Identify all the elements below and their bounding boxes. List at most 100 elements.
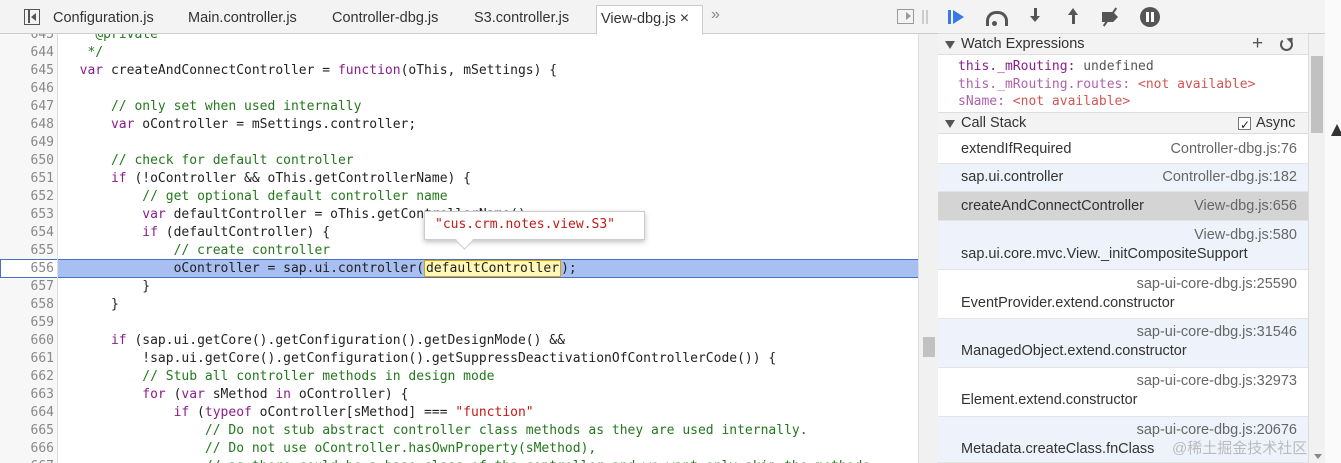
call-frame-location[interactable]: sap-ui-core-dbg.js:31546 — [1137, 324, 1297, 340]
call-frame-selected[interactable]: createAndConnectController View-dbg.js:6… — [938, 192, 1308, 221]
resume-icon[interactable] — [946, 7, 968, 27]
line-number[interactable]: 662 — [0, 368, 54, 386]
line-number[interactable]: 661 — [0, 350, 54, 368]
line-number[interactable]: 664 — [0, 404, 54, 422]
code-line[interactable]: // as there could be a base class of the… — [64, 458, 870, 463]
line-number[interactable]: 644 — [0, 44, 54, 62]
line-number[interactable]: 645 — [0, 62, 54, 80]
code-line[interactable]: for (var sMethod in oController) { — [64, 386, 408, 404]
watermark: @稀土掘金技术社区 — [1172, 440, 1308, 457]
debugger-toolbar — [938, 0, 1341, 34]
tab-main-controller-js[interactable]: Main.controller.js — [188, 0, 297, 34]
code-line[interactable]: // Do not use oController.hasOwnProperty… — [64, 440, 596, 458]
call-frame[interactable]: sap-ui-core-dbg.js:32973 Element.extend.… — [938, 368, 1308, 417]
pause-on-exceptions-icon[interactable] — [1140, 7, 1160, 27]
line-number[interactable]: 659 — [0, 314, 54, 332]
code-area[interactable]: @private */ var createAndConnectControll… — [58, 34, 918, 463]
code-line[interactable]: oController = sap.ui.controller(defaultC… — [64, 260, 577, 278]
call-frame-location[interactable]: View-dbg.js:656 — [1194, 198, 1297, 214]
code-line[interactable]: // Stub all controller methods in design… — [64, 368, 494, 386]
watch-item[interactable]: this._mRouting.routes: <not available> — [958, 76, 1255, 93]
code-line[interactable]: if (!oController && oThis.getControllerN… — [64, 170, 471, 188]
call-frame[interactable]: sap-ui-core-dbg.js:25590 EventProvider.e… — [938, 270, 1308, 319]
line-number[interactable]: 660 — [0, 332, 54, 350]
call-frame[interactable]: extendIfRequired Controller-dbg.js:76 — [938, 135, 1308, 164]
code-line[interactable]: // only set when used internally — [64, 98, 361, 116]
line-number[interactable]: 653 — [0, 206, 54, 224]
call-frame-function: sap.ui.core.mvc.View._initCompositeSuppo… — [961, 246, 1248, 262]
line-number[interactable]: 647 — [0, 98, 54, 116]
tab-configuration-js[interactable]: Configuration.js — [53, 0, 154, 34]
async-checkbox[interactable] — [1238, 115, 1251, 135]
line-number[interactable]: 656 — [0, 260, 54, 278]
call-frame[interactable]: sap.ui.controller Controller-dbg.js:182 — [938, 164, 1308, 192]
tab-controller-dbg-js[interactable]: Controller-dbg.js — [332, 0, 438, 34]
debugger-scrollbar[interactable] — [1308, 34, 1325, 463]
call-frame-function: Metadata.createClass.fnClass — [961, 441, 1155, 457]
line-number[interactable]: 651 — [0, 170, 54, 188]
call-frame[interactable]: sap-ui-core-dbg.js:31546 ManagedObject.e… — [938, 319, 1308, 368]
call-frame-location[interactable]: Controller-dbg.js:182 — [1162, 169, 1297, 185]
navigator-toggle-icon[interactable] — [24, 9, 40, 25]
watch-item-value: <not available> — [1004, 94, 1131, 109]
line-number[interactable]: 652 — [0, 188, 54, 206]
line-number[interactable]: 654 — [0, 224, 54, 242]
line-number[interactable]: 663 — [0, 386, 54, 404]
watch-expressions-header[interactable]: Watch Expressions + — [938, 33, 1308, 55]
line-number[interactable]: 646 — [0, 80, 54, 98]
code-line[interactable]: */ — [64, 44, 103, 62]
line-number[interactable]: 650 — [0, 152, 54, 170]
call-frame-location[interactable]: sap-ui-core-dbg.js:32973 — [1137, 373, 1297, 389]
editor-scrollbar-thumb[interactable] — [923, 337, 935, 357]
line-number[interactable]: 643 — [0, 34, 54, 44]
watch-item[interactable]: sName: <not available> — [958, 93, 1130, 110]
editor-scrollbar[interactable] — [918, 34, 938, 463]
deactivate-breakpoints-icon[interactable] — [1100, 7, 1122, 27]
code-line[interactable]: if (typeof oController[sMethod] === "fun… — [64, 404, 534, 422]
watch-item[interactable]: this._mRouting: undefined — [958, 58, 1154, 75]
line-number[interactable]: 667 — [0, 458, 54, 463]
code-line[interactable]: // get optional default controller name — [64, 188, 447, 206]
splitter-grip-icon[interactable] — [922, 10, 928, 24]
tabs-overflow-icon[interactable]: » — [711, 6, 720, 24]
code-line[interactable]: @private — [64, 34, 158, 44]
call-frame-function: ManagedObject.extend.constructor — [961, 343, 1187, 359]
debugger-pane-toggle-icon[interactable] — [897, 9, 914, 24]
code-line[interactable]: var createAndConnectController = functio… — [64, 62, 557, 80]
close-icon[interactable]: × — [680, 6, 689, 32]
scroll-down-arrow-icon[interactable] — [1314, 454, 1322, 459]
code-line[interactable]: // check for default controller — [64, 152, 354, 170]
call-frame[interactable]: View-dbg.js:580 sap.ui.core.mvc.View._in… — [938, 221, 1308, 270]
code-line[interactable]: } — [64, 278, 150, 296]
tab-view-dbg-js[interactable]: View-dbg.js × — [596, 5, 703, 35]
code-line[interactable]: } — [64, 296, 119, 314]
step-over-icon[interactable] — [984, 7, 1008, 27]
call-frame-location[interactable]: sap-ui-core-dbg.js:25590 — [1137, 276, 1297, 292]
code-line[interactable]: if (sap.ui.getCore().getConfiguration().… — [64, 332, 565, 350]
add-expression-icon[interactable]: + — [1252, 34, 1263, 54]
line-number[interactable]: 665 — [0, 422, 54, 440]
code-line[interactable]: var oController = mSettings.controller; — [64, 116, 416, 134]
code-line[interactable]: // Do not stub abstract controller class… — [64, 422, 808, 440]
line-number[interactable]: 657 — [0, 278, 54, 296]
line-number[interactable]: 655 — [0, 242, 54, 260]
tab-s3-controller-js[interactable]: S3.controller.js — [474, 0, 569, 34]
step-into-icon[interactable] — [1025, 7, 1047, 27]
async-label: Async — [1256, 115, 1296, 131]
line-number[interactable]: 649 — [0, 134, 54, 152]
watch-item-name: this._mRouting.routes: — [958, 77, 1131, 92]
code-line[interactable]: // create controller — [64, 242, 331, 260]
line-number-gutter[interactable]: 643 644 645 646 647 648 649 650 651 652 653 654 655 6… — [0, 34, 58, 463]
code-line[interactable]: !sap.ui.getCore().getConfiguration().get… — [64, 350, 776, 368]
debugger-scrollbar-thumb[interactable] — [1311, 56, 1323, 133]
call-frame-location[interactable]: Controller-dbg.js:76 — [1170, 141, 1297, 157]
line-number[interactable]: 658 — [0, 296, 54, 314]
call-frame-location[interactable]: View-dbg.js:580 — [1194, 227, 1297, 243]
call-stack-header[interactable]: Call Stack Async — [938, 112, 1308, 135]
step-out-icon[interactable] — [1063, 7, 1085, 27]
call-frame-location[interactable]: sap-ui-core-dbg.js:20676 — [1137, 422, 1297, 438]
line-number[interactable]: 666 — [0, 440, 54, 458]
code-line[interactable]: if (defaultController) { — [64, 224, 330, 242]
refresh-icon[interactable] — [1280, 38, 1293, 51]
line-number[interactable]: 648 — [0, 116, 54, 134]
